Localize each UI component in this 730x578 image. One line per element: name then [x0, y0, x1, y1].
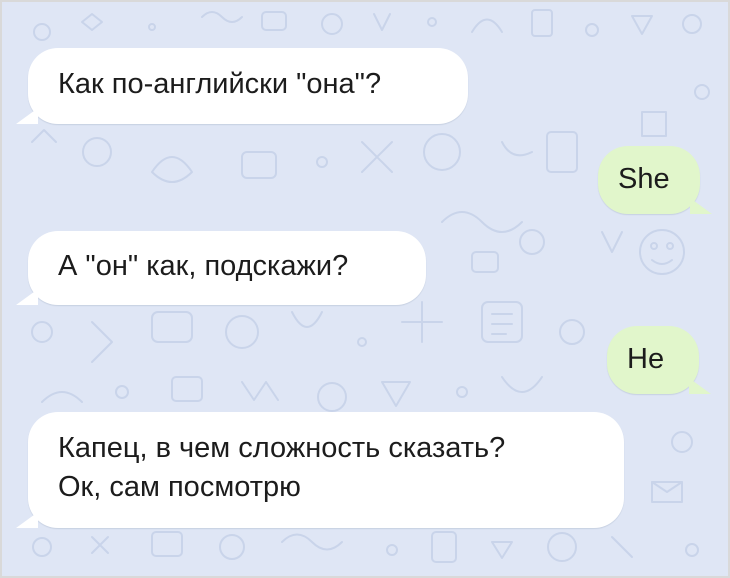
message-bubble-incoming: Капец, в чем сложность сказать? Ок, сам …	[16, 412, 624, 528]
bubble-tail	[16, 512, 38, 528]
chat-window: Как по-английски "она"? She А "он" как, …	[0, 0, 730, 578]
message-bubble-outgoing: He	[607, 326, 711, 394]
message-text: She	[618, 163, 670, 195]
bubble-tail	[16, 108, 38, 124]
message-text: Как по-английски "она"?	[58, 68, 382, 100]
message-bubble-outgoing: She	[598, 146, 712, 214]
message-text-line-1: Капец, в чем сложность сказать?	[58, 432, 506, 464]
bubble-tail	[689, 378, 711, 394]
message-text: He	[627, 343, 665, 375]
message-text-line-2: Ок, сам посмотрю	[58, 471, 301, 503]
bubble-tail	[16, 289, 38, 305]
message-text: А "он" как, подскажи?	[58, 250, 349, 282]
message-bubble-incoming: А "он" как, подскажи?	[16, 231, 426, 305]
message-bubble-incoming: Как по-английски "она"?	[16, 48, 468, 124]
bubble-tail	[690, 198, 712, 214]
